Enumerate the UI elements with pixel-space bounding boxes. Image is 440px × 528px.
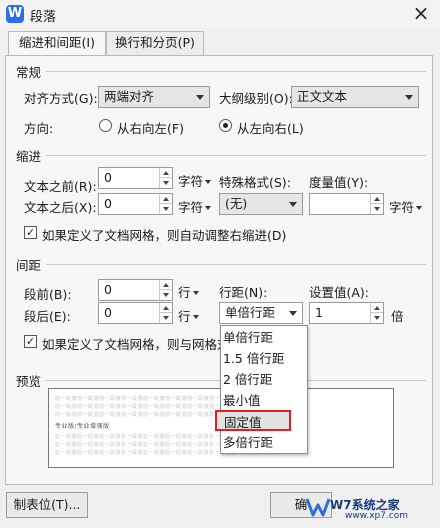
tab-indent-spacing[interactable]: 缩进和间距(I) <box>8 31 106 56</box>
title-bar <box>0 0 440 28</box>
indent-after-unit[interactable]: 字符 <box>178 197 212 216</box>
space-after-label: 段后(E): <box>24 309 71 324</box>
option-single[interactable]: 单倍行距 <box>221 327 307 348</box>
chevron-down-icon <box>196 95 204 100</box>
special-format-select[interactable]: (无) <box>219 193 303 215</box>
outline-level-value: 正文文本 <box>297 89 348 104</box>
line-spacing-value: 单倍行距 <box>225 305 276 320</box>
space-after-spinner[interactable]: 0 <box>98 302 173 324</box>
spin-up-icon[interactable] <box>159 280 172 290</box>
space-before-unit[interactable]: 行 <box>178 282 199 301</box>
chevron-down-icon <box>192 291 199 295</box>
spin-down-icon[interactable] <box>159 290 172 300</box>
spin-up-icon[interactable] <box>159 168 172 178</box>
space-before-label: 段前(B): <box>24 287 72 302</box>
indent-before-spinner[interactable]: 0 <box>98 167 173 189</box>
space-after-unit[interactable]: 行 <box>178 306 199 325</box>
chevron-down-icon <box>405 95 413 100</box>
option-multiple[interactable]: 多倍行距 <box>221 432 307 453</box>
line-spacing-select[interactable]: 单倍行距 <box>219 302 303 324</box>
setting-value-label: 设置值(A): <box>309 285 370 300</box>
space-before-value: 0 <box>104 282 112 297</box>
spin-down-icon[interactable] <box>159 313 172 323</box>
site-logo-icon <box>305 498 331 517</box>
section-spacing-label: 间距 <box>16 258 42 273</box>
spin-down-icon[interactable] <box>370 313 383 323</box>
tab-line-page-breaks[interactable]: 换行和分页(P) <box>106 31 204 55</box>
option-1-5x[interactable]: 1.5 倍行距 <box>221 348 307 369</box>
ltr-radio[interactable] <box>219 119 232 132</box>
close-icon[interactable]: × <box>404 1 438 25</box>
ltr-label: 从左向右(L) <box>237 121 304 136</box>
direction-label: 方向: <box>24 121 54 136</box>
setting-value: 1 <box>315 305 323 320</box>
spin-down-icon[interactable] <box>159 204 172 214</box>
indent-before-label: 文本之前(R): <box>24 179 97 194</box>
measure-label: 度量值(Y): <box>309 175 369 190</box>
divider <box>46 155 426 156</box>
rtl-label: 从右向左(F) <box>117 121 184 136</box>
chevron-down-icon <box>192 315 199 319</box>
spin-up-icon[interactable] <box>370 194 383 204</box>
divider <box>46 71 426 72</box>
chevron-down-icon <box>289 202 297 207</box>
option-at-least[interactable]: 最小值 <box>221 390 307 411</box>
indent-after-label: 文本之后(X): <box>24 200 97 215</box>
chevron-down-icon <box>289 311 297 316</box>
indent-after-spinner[interactable]: 0 <box>98 193 173 215</box>
dialog-title: 段落 <box>30 10 57 25</box>
spin-down-icon[interactable] <box>159 178 172 188</box>
chevron-down-icon <box>205 180 212 184</box>
space-before-spinner[interactable]: 0 <box>98 279 173 301</box>
space-after-value: 0 <box>104 305 112 320</box>
line-spacing-label: 行距(N): <box>219 285 268 300</box>
preview-sample-text: 专业版/专业增强版 <box>55 423 110 430</box>
line-spacing-dropdown: 单倍行距 1.5 倍行距 2 倍行距 最小值 固定值 多倍行距 <box>215 325 308 454</box>
alignment-select[interactable]: 两端对齐 <box>98 86 210 108</box>
measure-unit[interactable]: 字符 <box>389 197 423 216</box>
rtl-radio[interactable] <box>99 119 112 132</box>
measure-spinner[interactable] <box>309 193 384 215</box>
outline-level-label: 大纲级别(O): <box>219 91 293 106</box>
option-double[interactable]: 2 倍行距 <box>221 369 307 390</box>
divider <box>46 264 426 265</box>
section-general-label: 常规 <box>16 65 42 80</box>
indent-grid-checkbox[interactable]: ✓ <box>24 226 37 239</box>
wps-writer-icon: W <box>6 5 24 23</box>
option-exactly[interactable]: 固定值 <box>215 410 291 431</box>
indent-grid-label: 如果定义了文档网格，则自动调整右缩进(D) <box>42 228 287 243</box>
special-format-label: 特殊格式(S): <box>219 175 291 190</box>
setting-value-unit: 倍 <box>391 309 404 324</box>
indent-after-value: 0 <box>104 196 112 211</box>
alignment-value: 两端对齐 <box>104 89 155 104</box>
special-format-value: (无) <box>225 196 248 211</box>
chevron-down-icon <box>205 206 212 210</box>
chevron-down-icon <box>416 206 423 210</box>
watermark-url: www.xp7.com <box>345 511 408 521</box>
spin-up-icon[interactable] <box>370 303 383 313</box>
section-indent-label: 缩进 <box>16 149 42 164</box>
indent-before-unit[interactable]: 字符 <box>178 171 212 190</box>
alignment-label: 对齐方式(G): <box>24 91 98 106</box>
setting-value-spinner[interactable]: 1 <box>309 302 384 324</box>
spacing-grid-label: 如果定义了文档网格，则与网格对齐 <box>42 337 220 352</box>
spin-down-icon[interactable] <box>370 204 383 214</box>
tab-stops-button[interactable]: 制表位(T)... <box>6 492 88 518</box>
spin-up-icon[interactable] <box>159 303 172 313</box>
section-preview-label: 预览 <box>16 374 42 389</box>
spacing-grid-checkbox[interactable]: ✓ <box>24 335 37 348</box>
spin-up-icon[interactable] <box>159 194 172 204</box>
indent-before-value: 0 <box>104 170 112 185</box>
outline-level-select[interactable]: 正文文本 <box>291 86 419 108</box>
